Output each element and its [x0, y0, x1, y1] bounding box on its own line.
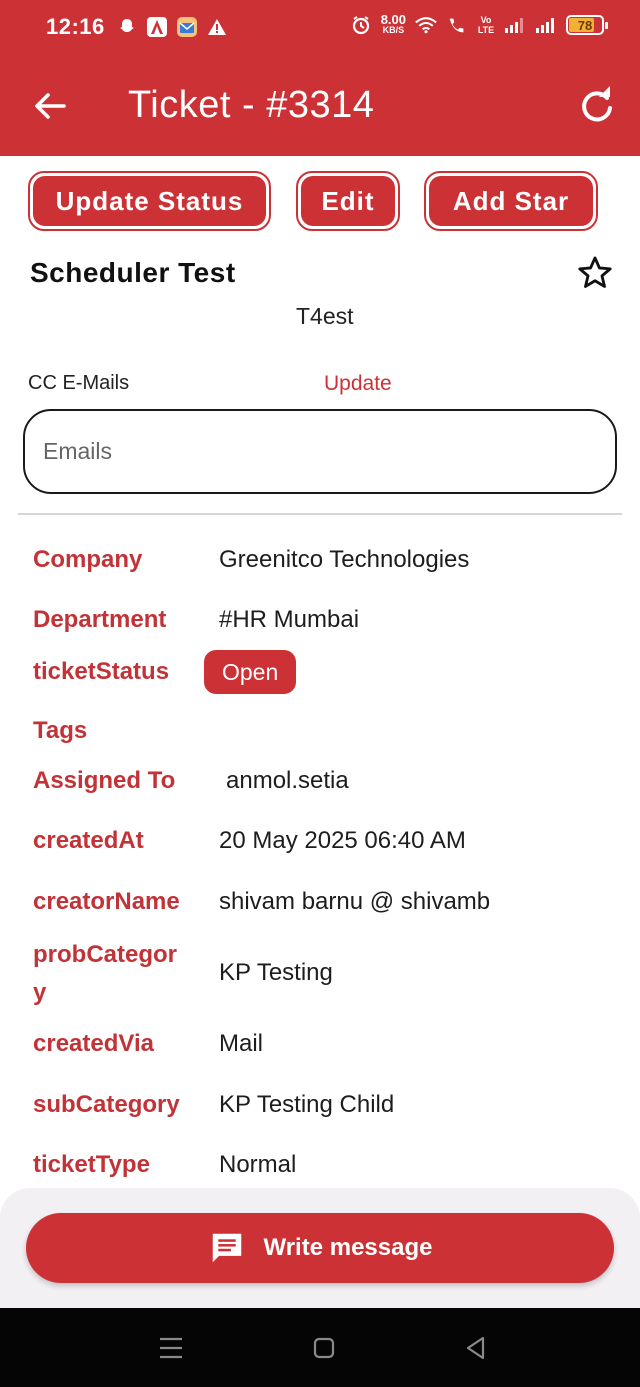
- back-button[interactable]: [28, 84, 72, 128]
- ticket-type-label: ticketType: [33, 1151, 150, 1178]
- add-star-label: Add Star: [429, 176, 593, 226]
- network-speed-value: 8.00: [380, 12, 406, 27]
- department-label: Department: [33, 606, 167, 633]
- status-badge: Open: [204, 650, 297, 694]
- wifi-icon: [415, 14, 437, 36]
- divider: [18, 513, 622, 515]
- prob-category-label-wrap: y: [33, 979, 47, 1006]
- battery-icon: 78: [566, 15, 608, 35]
- message-icon: [212, 1233, 241, 1263]
- sub-category-value: KP Testing Child: [219, 1091, 395, 1118]
- arrow-left-icon: [35, 93, 66, 119]
- app-a-icon: [146, 16, 168, 38]
- snapchat-icon: [116, 16, 138, 38]
- wifi-calling-icon: [446, 14, 468, 36]
- network-speed: 8.00 KB/S: [380, 12, 406, 36]
- assigned-to-label: Assigned To: [33, 767, 176, 794]
- edit-label: Edit: [301, 176, 395, 226]
- cc-emails-input[interactable]: [23, 409, 617, 494]
- created-at-value: 20 May 2025 06:40 AM: [219, 827, 466, 854]
- system-back-button[interactable]: [462, 1334, 490, 1362]
- write-message-label: Write message: [263, 1234, 433, 1261]
- add-star-button[interactable]: Add Star: [424, 171, 598, 231]
- recents-button[interactable]: [157, 1334, 185, 1362]
- created-via-label: createdVia: [33, 1030, 154, 1057]
- creator-name-label: creatorName: [33, 888, 180, 915]
- write-message-button[interactable]: Write message: [26, 1213, 614, 1283]
- signal-sim1-icon: [504, 14, 526, 36]
- cc-update-link[interactable]: Update: [324, 372, 392, 396]
- update-status-button[interactable]: Update Status: [28, 171, 271, 231]
- home-button[interactable]: [310, 1334, 338, 1362]
- volte-icon: Vo LTE: [477, 15, 495, 35]
- back-triangle-icon: [466, 1336, 485, 1360]
- edit-button[interactable]: Edit: [296, 171, 400, 231]
- tags-label: Tags: [33, 717, 88, 744]
- company-label: Company: [33, 546, 143, 573]
- menu-lines-icon: [160, 1337, 182, 1359]
- ticket-description: T4est: [296, 303, 354, 329]
- system-indicators: 8.00 KB/S Vo LTE 78: [350, 12, 608, 36]
- system-nav-bar: [0, 1308, 640, 1387]
- home-square-icon: [313, 1337, 335, 1359]
- created-via-value: Mail: [219, 1030, 264, 1057]
- ticket-type-value: Normal: [219, 1151, 297, 1178]
- sub-category-label: subCategory: [33, 1091, 180, 1118]
- ticket-subject: Scheduler Test: [30, 257, 236, 288]
- status-bar: 12:16 8.00 KB/S Vo LTE 78: [0, 0, 640, 58]
- star-toggle[interactable]: [576, 254, 614, 292]
- app-bar: 12:16 8.00 KB/S Vo LTE 78 Ticket - #3314: [0, 0, 640, 156]
- update-status-label: Update Status: [33, 176, 266, 226]
- cc-emails-label: CC E-Mails: [28, 372, 130, 394]
- company-value: Greenitco Technologies: [219, 546, 470, 573]
- network-speed-unit: KB/S: [382, 25, 405, 35]
- prob-category-label: probCategor: [33, 941, 177, 968]
- created-at-label: createdAt: [33, 827, 144, 854]
- ticket-status-label: ticketStatus: [33, 658, 170, 685]
- battery-percent: 78: [577, 17, 593, 33]
- refresh-button[interactable]: [574, 84, 620, 130]
- mail-app-icon: [176, 16, 198, 38]
- signal-sim2-icon: [535, 14, 557, 36]
- warning-icon: [206, 16, 228, 38]
- notification-icons: [116, 16, 228, 38]
- assigned-to-value: anmol.setia: [226, 767, 349, 794]
- status-time: 12:16: [46, 14, 105, 39]
- creator-name-value: shivam barnu @ shivamb: [219, 888, 491, 915]
- prob-category-value: KP Testing: [219, 959, 333, 986]
- department-value: #HR Mumbai: [219, 606, 360, 633]
- page-title: Ticket - #3314: [128, 84, 375, 126]
- alarm-icon: [350, 14, 372, 36]
- star-outline-icon: [578, 256, 612, 288]
- refresh-icon: [582, 86, 612, 122]
